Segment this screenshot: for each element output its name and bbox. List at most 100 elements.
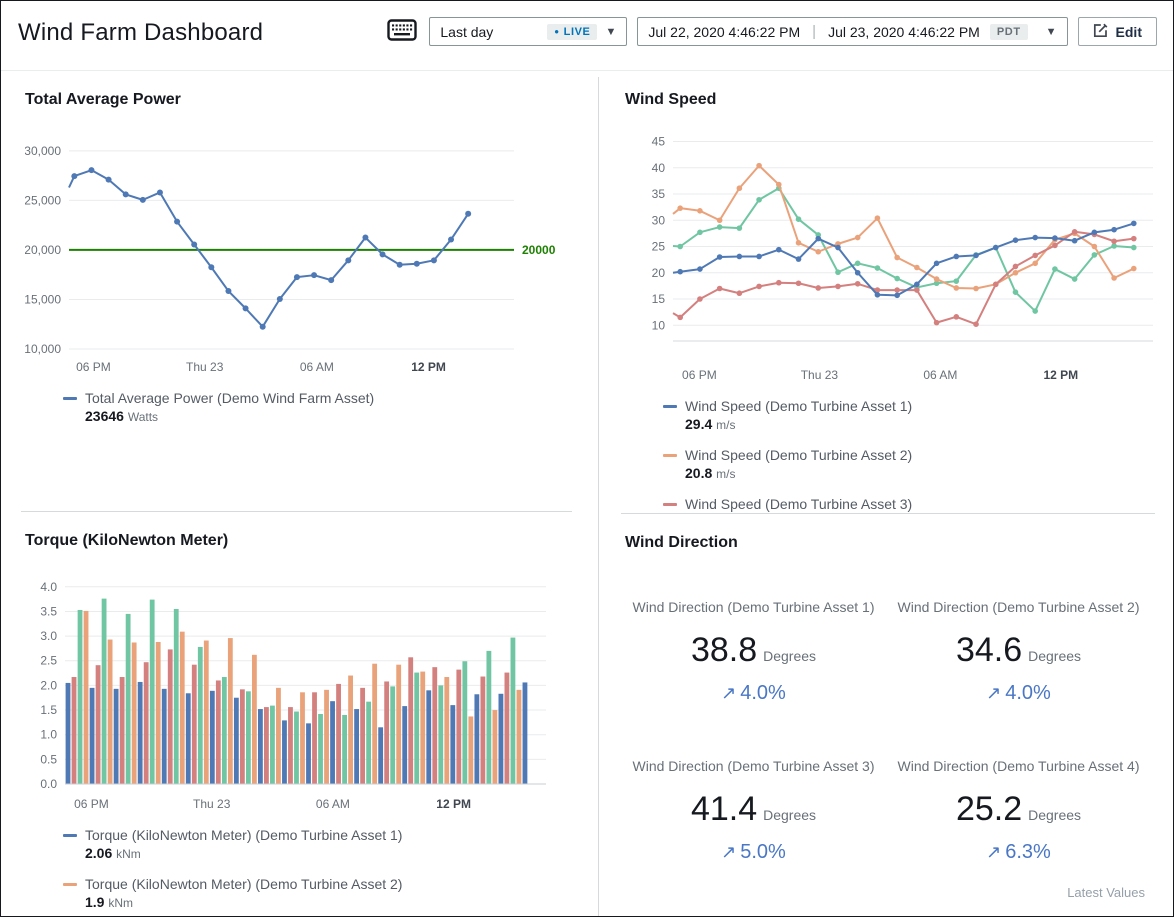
- panel-torque: Torque (KiloNewton Meter) 0.0 0.5 1.0 1.5 2.…: [1, 512, 598, 916]
- svg-text:15,000: 15,000: [25, 292, 61, 306]
- kpi-value: 34.6: [956, 631, 1022, 669]
- svg-text:4.0: 4.0: [40, 580, 57, 594]
- kpi-label: Wind Direction (Demo Turbine Asset 2): [890, 598, 1147, 617]
- series-swatch-icon: [63, 834, 77, 837]
- legend-unit: kNm: [108, 896, 133, 910]
- svg-text:06 AM: 06 AM: [923, 368, 957, 382]
- edit-button-label: Edit: [1116, 24, 1142, 40]
- panel-title: Torque (KiloNewton Meter): [25, 532, 598, 556]
- svg-text:1.0: 1.0: [40, 728, 57, 742]
- svg-text:0.5: 0.5: [40, 752, 57, 766]
- header-controls: Last day ●LIVE ▼ Jul 22, 2020 4:46:22 PM…: [385, 17, 1157, 46]
- live-dot-icon: ●: [554, 28, 559, 36]
- kpi-trend: ↗6.3%: [890, 841, 1147, 864]
- svg-text:10,000: 10,000: [25, 342, 61, 356]
- legend-label: Total Average Power (Demo Wind Farm Asse…: [85, 389, 374, 407]
- svg-text:45: 45: [652, 135, 666, 149]
- legend-value: 2.06 kNm: [85, 844, 402, 863]
- svg-text:20000: 20000: [522, 243, 556, 257]
- legend-label: Torque (KiloNewton Meter) (Demo Turbine …: [85, 826, 402, 844]
- trend-up-icon: ↗: [721, 683, 736, 703]
- svg-text:12 PM: 12 PM: [1043, 368, 1078, 382]
- svg-text:15: 15: [652, 292, 666, 306]
- series-swatch-icon: [663, 454, 677, 457]
- legend-label: Wind Speed (Demo Turbine Asset 2): [685, 446, 912, 464]
- svg-text:40: 40: [652, 161, 666, 175]
- series-swatch-icon: [63, 883, 77, 886]
- svg-text:25: 25: [652, 240, 666, 254]
- page-title: Wind Farm Dashboard: [18, 19, 263, 47]
- kpi-trend: ↗4.0%: [625, 682, 882, 705]
- kpi-cell: Wind Direction (Demo Turbine Asset 1) 38…: [625, 598, 882, 705]
- time-range-select[interactable]: Last day ●LIVE ▼: [429, 17, 627, 46]
- date-range-picker[interactable]: Jul 22, 2020 4:46:22 PM | Jul 23, 2020 4…: [637, 17, 1067, 46]
- kpi-cell: Wind Direction (Demo Turbine Asset 3) 41…: [625, 757, 882, 864]
- legend-value: 29.4 m/s: [685, 415, 912, 434]
- svg-text:0.0: 0.0: [40, 777, 57, 791]
- panel-title: Wind Direction: [625, 534, 1147, 558]
- kpi-unit: Degrees: [763, 807, 816, 823]
- series-swatch-icon: [663, 405, 677, 408]
- total-average-power-chart: 10,00015,00020,00025,00030,00006 PMThu 2…: [25, 119, 574, 381]
- svg-text:1.5: 1.5: [40, 703, 57, 717]
- kpi-value: 38.8: [691, 631, 757, 669]
- svg-text:20,000: 20,000: [25, 243, 61, 257]
- svg-text:2.0: 2.0: [40, 678, 57, 692]
- legend-value: 20.8 m/s: [685, 464, 912, 483]
- kpi-unit: Degrees: [763, 648, 816, 664]
- legend-unit: kNm: [116, 847, 141, 861]
- series-swatch-icon: [63, 397, 77, 400]
- chevron-down-icon: ▼: [1046, 26, 1057, 38]
- legend-item: Total Average Power (Demo Wind Farm Asse…: [63, 389, 598, 426]
- legend-item: Wind Speed (Demo Turbine Asset 1)29.4 m/…: [663, 397, 1173, 434]
- svg-text:3.5: 3.5: [40, 604, 57, 618]
- kpi-unit: Degrees: [1028, 807, 1081, 823]
- legend-label: Wind Speed (Demo Turbine Asset 1): [685, 397, 912, 415]
- series-swatch-icon: [663, 503, 677, 506]
- dashboard-window: Wind Farm Dashboard Last day: [0, 0, 1174, 917]
- svg-text:06 AM: 06 AM: [300, 360, 334, 374]
- kpi-cell: Wind Direction (Demo Turbine Asset 4) 25…: [890, 757, 1147, 864]
- legend-value: 1.9 kNm: [85, 893, 402, 912]
- svg-text:Thu 23: Thu 23: [801, 368, 839, 382]
- svg-text:Thu 23: Thu 23: [193, 797, 231, 811]
- legend-label: Torque (KiloNewton Meter) (Demo Turbine …: [85, 875, 402, 893]
- edit-pencil-icon: [1093, 23, 1108, 41]
- live-badge: ●LIVE: [547, 24, 597, 40]
- legend: Torque (KiloNewton Meter) (Demo Turbine …: [63, 826, 598, 916]
- legend-unit: m/s: [716, 418, 735, 432]
- kpi-cell: Wind Direction (Demo Turbine Asset 2) 34…: [890, 598, 1147, 705]
- date-range-start: Jul 22, 2020 4:46:22 PM: [648, 24, 800, 40]
- header: Wind Farm Dashboard Last day: [1, 1, 1173, 71]
- svg-text:3.0: 3.0: [40, 629, 57, 643]
- timezone-badge: PDT: [990, 24, 1028, 40]
- panel-title: Total Average Power: [25, 91, 598, 115]
- kpi-value: 41.4: [691, 790, 757, 828]
- kpi-trend: ↗5.0%: [625, 841, 882, 864]
- svg-text:30,000: 30,000: [25, 144, 61, 158]
- svg-text:12 PM: 12 PM: [411, 360, 446, 374]
- panel-wind-speed: Wind Speed 101520253035404506 PMThu 2306…: [599, 71, 1173, 513]
- legend: Wind Speed (Demo Turbine Asset 1)29.4 m/…: [663, 397, 1173, 513]
- svg-text:35: 35: [652, 187, 666, 201]
- legend-item: Torque (KiloNewton Meter) (Demo Turbine …: [63, 826, 598, 863]
- kpi-value: 25.2: [956, 790, 1022, 828]
- legend-item: Torque (KiloNewton Meter) (Demo Turbine …: [63, 875, 598, 912]
- svg-text:06 PM: 06 PM: [74, 797, 109, 811]
- legend-item: Wind Speed (Demo Turbine Asset 3): [663, 495, 1173, 513]
- time-range-label: Last day: [440, 24, 493, 40]
- legend-value: 23646 Watts: [85, 407, 374, 426]
- keyboard-shortcuts-button[interactable]: [385, 17, 419, 46]
- panel-total-average-power: Total Average Power 10,00015,00020,00025…: [1, 71, 598, 511]
- trend-up-icon: ↗: [721, 842, 736, 862]
- kpi-trend: ↗4.0%: [890, 682, 1147, 705]
- kpi-label: Wind Direction (Demo Turbine Asset 4): [890, 757, 1147, 776]
- edit-button[interactable]: Edit: [1078, 17, 1157, 46]
- panel-title: Wind Speed: [625, 91, 1173, 115]
- trend-up-icon: ↗: [986, 683, 1001, 703]
- svg-text:2.5: 2.5: [40, 654, 57, 668]
- kpi-grid: Wind Direction (Demo Turbine Asset 1) 38…: [625, 598, 1147, 864]
- svg-text:Thu 23: Thu 23: [186, 360, 224, 374]
- chevron-down-icon: ▼: [605, 26, 616, 38]
- legend-item: Wind Speed (Demo Turbine Asset 2)20.8 m/…: [663, 446, 1173, 483]
